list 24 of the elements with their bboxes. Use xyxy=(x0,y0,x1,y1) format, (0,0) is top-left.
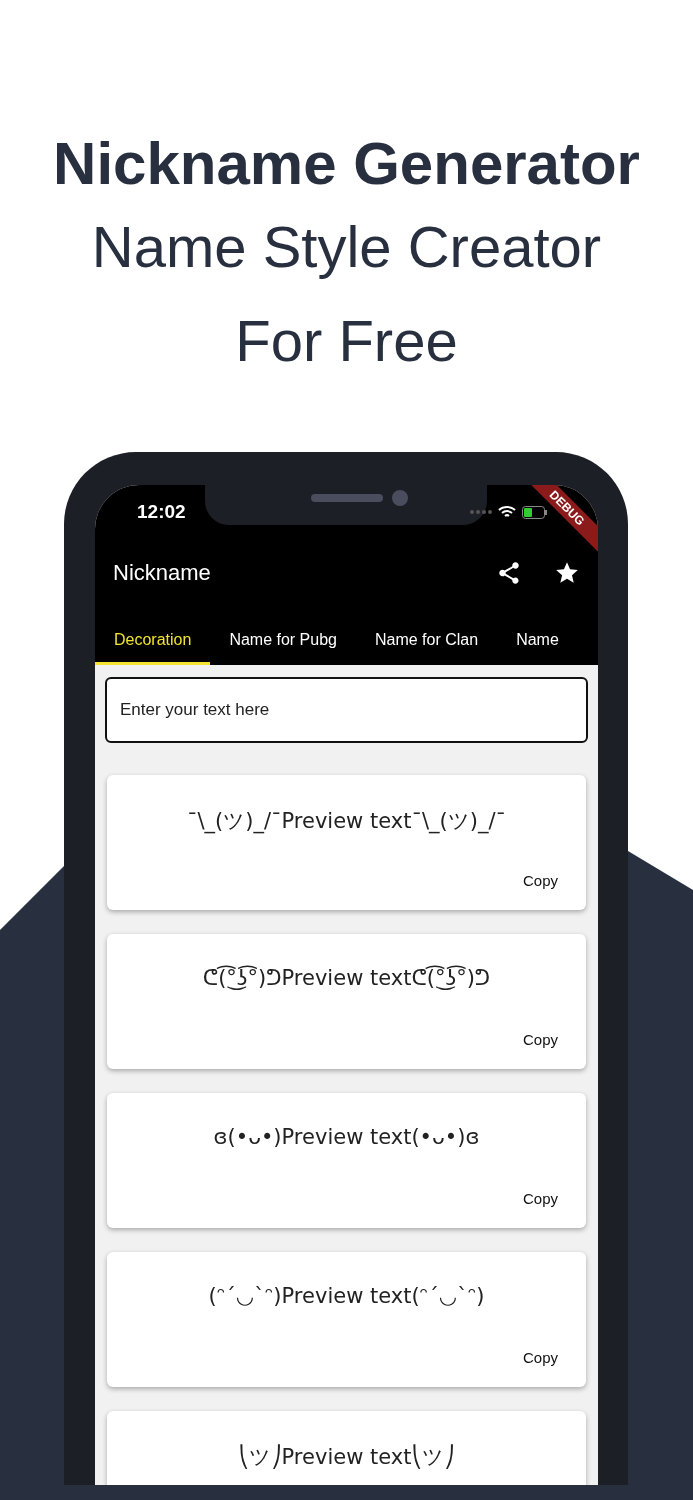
preview-text: ɞ(•ᴗ•)Preview text(•ᴗ•)ɞ xyxy=(212,1125,481,1149)
preview-text: ⎝ツ⎠Preview text⎝ツ⎠ xyxy=(237,1443,456,1471)
wifi-icon xyxy=(498,505,516,519)
preview-text: (ᵔ´◡`ᵔ)Preview text(ᵔ´◡`ᵔ) xyxy=(207,1284,486,1308)
app-title: Nickname xyxy=(113,560,211,586)
copy-button[interactable]: Copy xyxy=(516,1030,564,1049)
copy-button[interactable]: Copy xyxy=(516,1348,564,1367)
status-time: 12:02 xyxy=(137,501,186,523)
battery-icon xyxy=(522,505,548,519)
preview-text: ᕦ(͡°͜ʖ͡°)ᕤPreview textᕦ(͡°͜ʖ͡°)ᕤ xyxy=(201,966,492,990)
copy-button[interactable]: Copy xyxy=(516,1189,564,1208)
headline-title: Nickname Generator xyxy=(53,129,640,199)
headline-subtitle: Name Style Creator xyxy=(91,213,602,281)
copy-button[interactable]: Copy xyxy=(516,871,564,890)
tab[interactable]: Name for Pubg xyxy=(210,617,356,665)
signal-icon xyxy=(470,510,492,514)
tab[interactable]: Decoration xyxy=(95,617,211,665)
share-icon[interactable] xyxy=(496,560,522,586)
tab[interactable]: Name for Clan xyxy=(356,617,498,665)
text-input-field[interactable]: Enter your text here xyxy=(105,677,588,743)
preview-text: ¯\_(ツ)_/¯Preview text¯\_(ツ)_/¯ xyxy=(186,808,507,835)
star-icon[interactable] xyxy=(554,560,580,586)
tab[interactable]: Name xyxy=(497,617,578,665)
headline-subtitle: For Free xyxy=(235,307,458,375)
